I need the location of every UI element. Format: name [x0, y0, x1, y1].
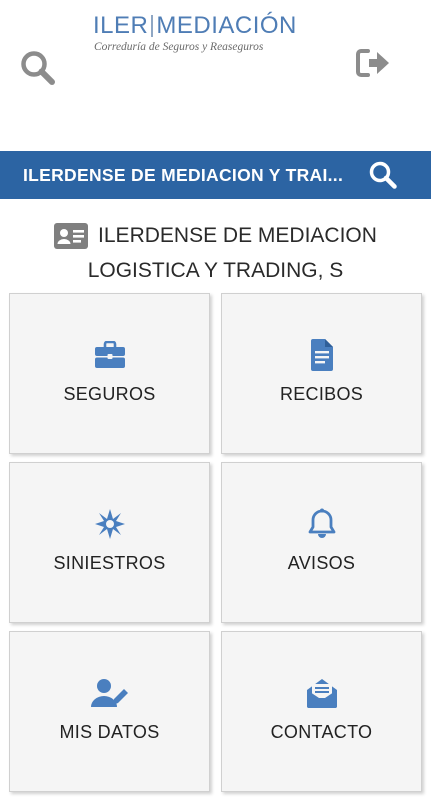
burst-icon: [94, 509, 125, 539]
menu-tile-label: AVISOS: [287, 553, 356, 573]
logo-mediacion-text: MEDIACIÓN: [156, 12, 297, 39]
menu-tile-seguros[interactable]: SEGUROS: [9, 293, 210, 454]
user-edit-icon: [90, 679, 128, 707]
id-card-icon: [54, 222, 89, 249]
brand-logo: ILER MEDIACIÓN Correduría de Seguros y R…: [93, 12, 297, 54]
menu-tile-label: MIS DATOS: [59, 722, 160, 742]
menu-tile-label: SINIESTROS: [53, 553, 166, 573]
search-icon: [21, 51, 55, 85]
client-name-block: ILERDENSE DE MEDIACION LOGISTICA Y TRADI…: [0, 218, 431, 288]
app-header: ILER MEDIACIÓN Correduría de Seguros y R…: [0, 0, 431, 150]
sign-out-icon: [356, 49, 389, 77]
logo-tagline: Correduría de Seguros y Reaseguros: [94, 41, 264, 53]
logout-button[interactable]: [354, 46, 394, 80]
search-bar-text: ILERDENSE DE MEDIACION Y TRAI...: [23, 164, 344, 185]
menu-tile-avisos[interactable]: AVISOS: [221, 462, 422, 623]
menu-tile-mis-datos[interactable]: MIS DATOS: [9, 631, 210, 792]
menu-tile-label: CONTACTO: [270, 722, 373, 742]
envelope-open-icon: [306, 679, 337, 708]
menu-tile-contacto[interactable]: CONTACTO: [221, 631, 422, 792]
document-icon: [310, 339, 333, 371]
header-search-button[interactable]: [18, 48, 58, 88]
client-name-line2: LOGISTICA Y TRADING, S: [87, 259, 344, 282]
menu-tile-label: RECIBOS: [279, 384, 364, 404]
logo-separator: [151, 15, 154, 37]
search-icon: [369, 161, 397, 189]
logo-iler-text: ILER: [93, 12, 149, 39]
client-search-bar[interactable]: ILERDENSE DE MEDIACION Y TRAI...: [0, 151, 431, 199]
menu-tile-siniestros[interactable]: SINIESTROS: [9, 462, 210, 623]
briefcase-icon: [94, 341, 125, 368]
menu-tile-label: SEGUROS: [63, 384, 156, 404]
client-name-line1: ILERDENSE DE MEDIACION: [98, 224, 377, 247]
menu-tile-recibos[interactable]: RECIBOS: [221, 293, 422, 454]
bell-icon: [308, 508, 335, 538]
search-bar-button[interactable]: [363, 155, 403, 195]
